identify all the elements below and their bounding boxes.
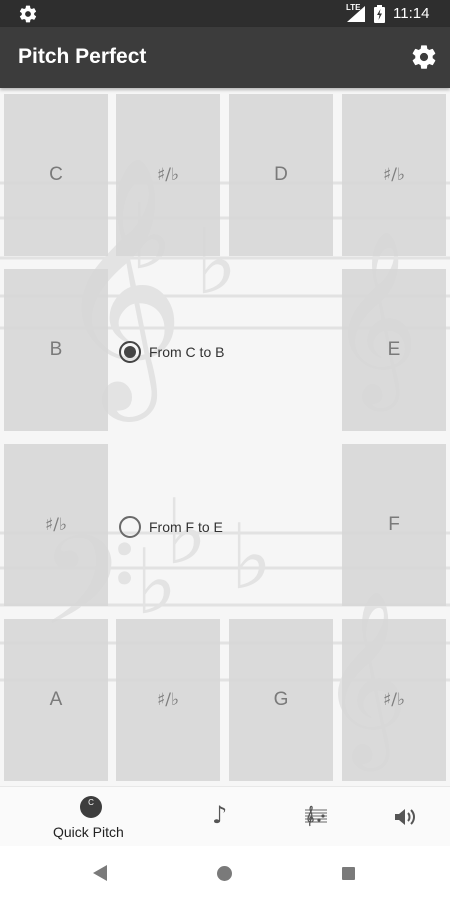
- range-option-f-to-e[interactable]: From F to E: [119, 516, 223, 538]
- recents-icon[interactable]: [342, 867, 355, 880]
- key-e-label: E: [387, 339, 401, 360]
- radio-unselected-icon[interactable]: [119, 516, 141, 538]
- key-d-label: D: [274, 164, 288, 185]
- key-a[interactable]: A: [4, 619, 108, 781]
- key-f-label: F: [388, 514, 400, 535]
- key-e[interactable]: E: [342, 269, 446, 431]
- home-icon[interactable]: [217, 866, 232, 881]
- back-icon[interactable]: [93, 865, 107, 881]
- quick-pitch-icon: C: [80, 796, 102, 818]
- bottom-navigation: C Quick Pitch ♪: [0, 786, 450, 846]
- signal-icon: [347, 6, 365, 22]
- key-d-sharp-label: ♯/♭: [383, 165, 405, 185]
- settings-notification-icon: [19, 5, 37, 23]
- key-c-sharp-label: ♯/♭: [157, 165, 179, 185]
- key-g-sharp-label: ♯/♭: [157, 690, 179, 710]
- battery-charging-icon: [374, 5, 385, 23]
- key-f[interactable]: F: [342, 444, 446, 606]
- staff-icon[interactable]: [305, 804, 327, 828]
- range-option-label: From C to B: [149, 344, 225, 360]
- key-c[interactable]: C: [4, 94, 108, 256]
- app-title: Pitch Perfect: [18, 45, 147, 68]
- volume-icon[interactable]: [393, 806, 417, 828]
- key-c-label: C: [49, 164, 63, 185]
- key-b-label: B: [49, 339, 63, 360]
- key-a-label: A: [49, 689, 63, 710]
- range-option-label: From F to E: [149, 519, 223, 535]
- range-option-c-to-b[interactable]: From C to B: [119, 341, 224, 363]
- key-d-sharp[interactable]: ♯/♭: [342, 94, 446, 256]
- settings-icon[interactable]: [410, 43, 438, 71]
- key-c-sharp[interactable]: ♯/♭: [116, 94, 220, 256]
- key-g-sharp[interactable]: ♯/♭: [116, 619, 220, 781]
- key-g[interactable]: G: [229, 619, 333, 781]
- radio-selected-icon[interactable]: [119, 341, 141, 363]
- key-b[interactable]: B: [4, 269, 108, 431]
- status-bar: LTE 11:14: [0, 0, 450, 27]
- key-a-sharp[interactable]: ♯/♭: [4, 444, 108, 606]
- system-navigation-bar: [0, 846, 450, 900]
- nav-quick-pitch[interactable]: C Quick Pitch: [40, 787, 150, 847]
- key-f-sharp[interactable]: ♯/♭: [342, 619, 446, 781]
- key-d[interactable]: D: [229, 94, 333, 256]
- svg-text:♭: ♭: [230, 505, 272, 610]
- key-a-sharp-label: ♯/♭: [45, 515, 67, 535]
- key-g-label: G: [273, 689, 289, 710]
- key-f-sharp-label: ♯/♭: [383, 690, 405, 710]
- quick-pitch-label: Quick Pitch: [53, 824, 124, 840]
- clock: 11:14: [393, 5, 430, 22]
- music-note-icon[interactable]: ♪: [212, 801, 227, 829]
- keyboard-area: 𝄞 𝄞 𝄢 𝄞 ♭ ♭ ♭ ♭ ♭ C ♯/♭ D ♯/♭ B E ♯/♭ F …: [0, 88, 450, 786]
- app-bar: Pitch Perfect: [0, 27, 450, 88]
